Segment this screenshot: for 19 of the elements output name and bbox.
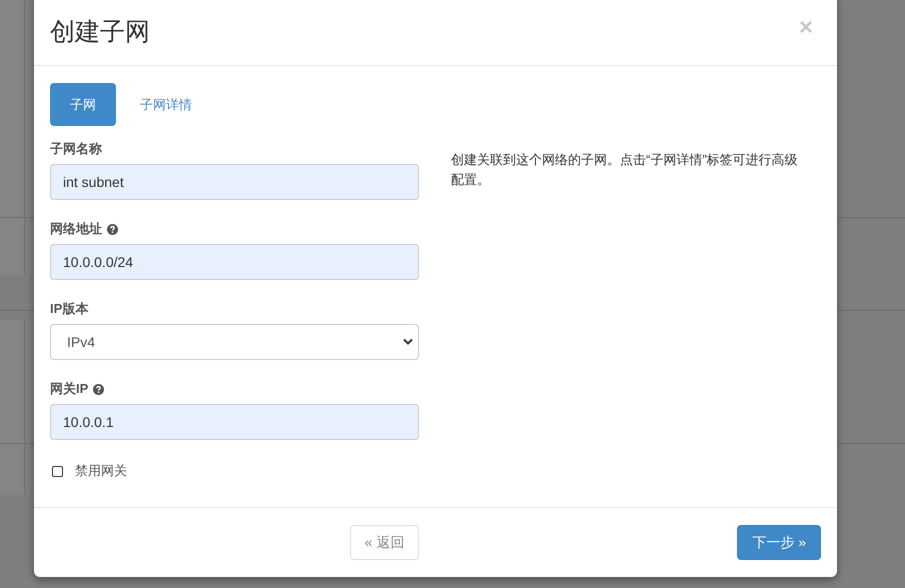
field-label: IP版本 <box>50 300 88 318</box>
input-field[interactable]: int subnet <box>50 164 419 200</box>
help-icon <box>93 384 104 394</box>
select-field[interactable]: IPv4 <box>50 324 419 360</box>
next-button[interactable]: 下一步 » <box>737 525 821 560</box>
input-field[interactable]: 10.0.0.0/24 <box>50 244 419 280</box>
input-field[interactable]: 10.0.0.1 <box>50 404 419 440</box>
dialog-title: 创建子网 <box>50 17 150 48</box>
description-text: 创建关联到这个网络的子网。点击“子网详情”标签可进行高级配置。 <box>451 151 799 189</box>
back-button[interactable]: « 返回 <box>350 525 420 560</box>
field-label: 网络地址 <box>50 220 102 238</box>
field-label: 网关IP <box>50 380 88 398</box>
checkbox[interactable] <box>52 466 63 476</box>
tab[interactable]: 子网详情 <box>120 83 212 126</box>
chevron-down-icon <box>403 338 413 346</box>
checkbox-label: 禁用网关 <box>75 462 127 480</box>
help-icon <box>107 224 118 234</box>
field-label: 子网名称 <box>50 140 102 158</box>
tab[interactable]: 子网 <box>50 83 116 126</box>
